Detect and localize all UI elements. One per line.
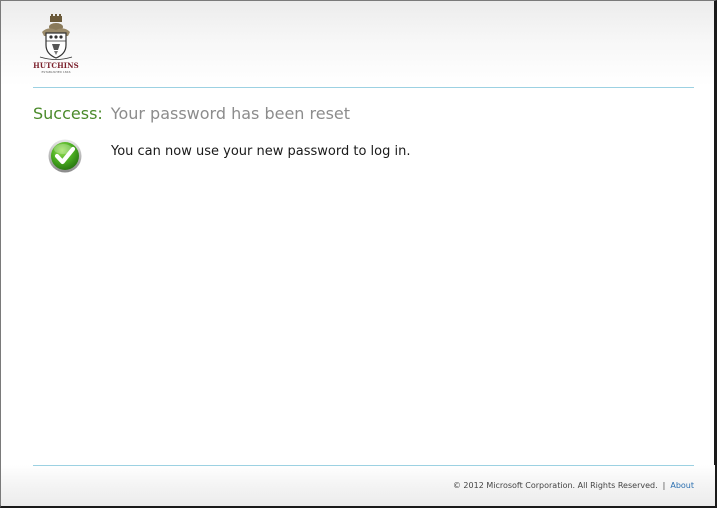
title-message: Your password has been reset (110, 104, 351, 123)
footer-divider (33, 465, 694, 466)
school-crest-icon (39, 14, 73, 60)
page-header: HUTCHINS ESTABLISHED 1846 (1, 1, 715, 89)
page-footer: © 2012 Microsoft Corporation. All Rights… (1, 465, 715, 506)
copyright-text: © 2012 Microsoft Corporation. All Rights… (452, 481, 658, 490)
organization-subtitle: ESTABLISHED 1846 (41, 70, 71, 74)
header-divider (33, 87, 694, 88)
about-link[interactable]: About (670, 481, 694, 490)
organization-name: HUTCHINS (33, 61, 79, 70)
footer-separator: | (662, 481, 666, 490)
checkmark-icon (48, 139, 82, 173)
footer-links: © 2012 Microsoft Corporation. All Rights… (453, 481, 694, 490)
browser-page: HUTCHINS ESTABLISHED 1846 Success: Your p… (0, 0, 717, 508)
page-title: Success: Your password has been reset (33, 104, 350, 126)
organization-logo: HUTCHINS ESTABLISHED 1846 (30, 14, 82, 76)
status-message: You can now use your new password to log… (111, 144, 411, 159)
title-status-label: Success: (33, 104, 103, 123)
